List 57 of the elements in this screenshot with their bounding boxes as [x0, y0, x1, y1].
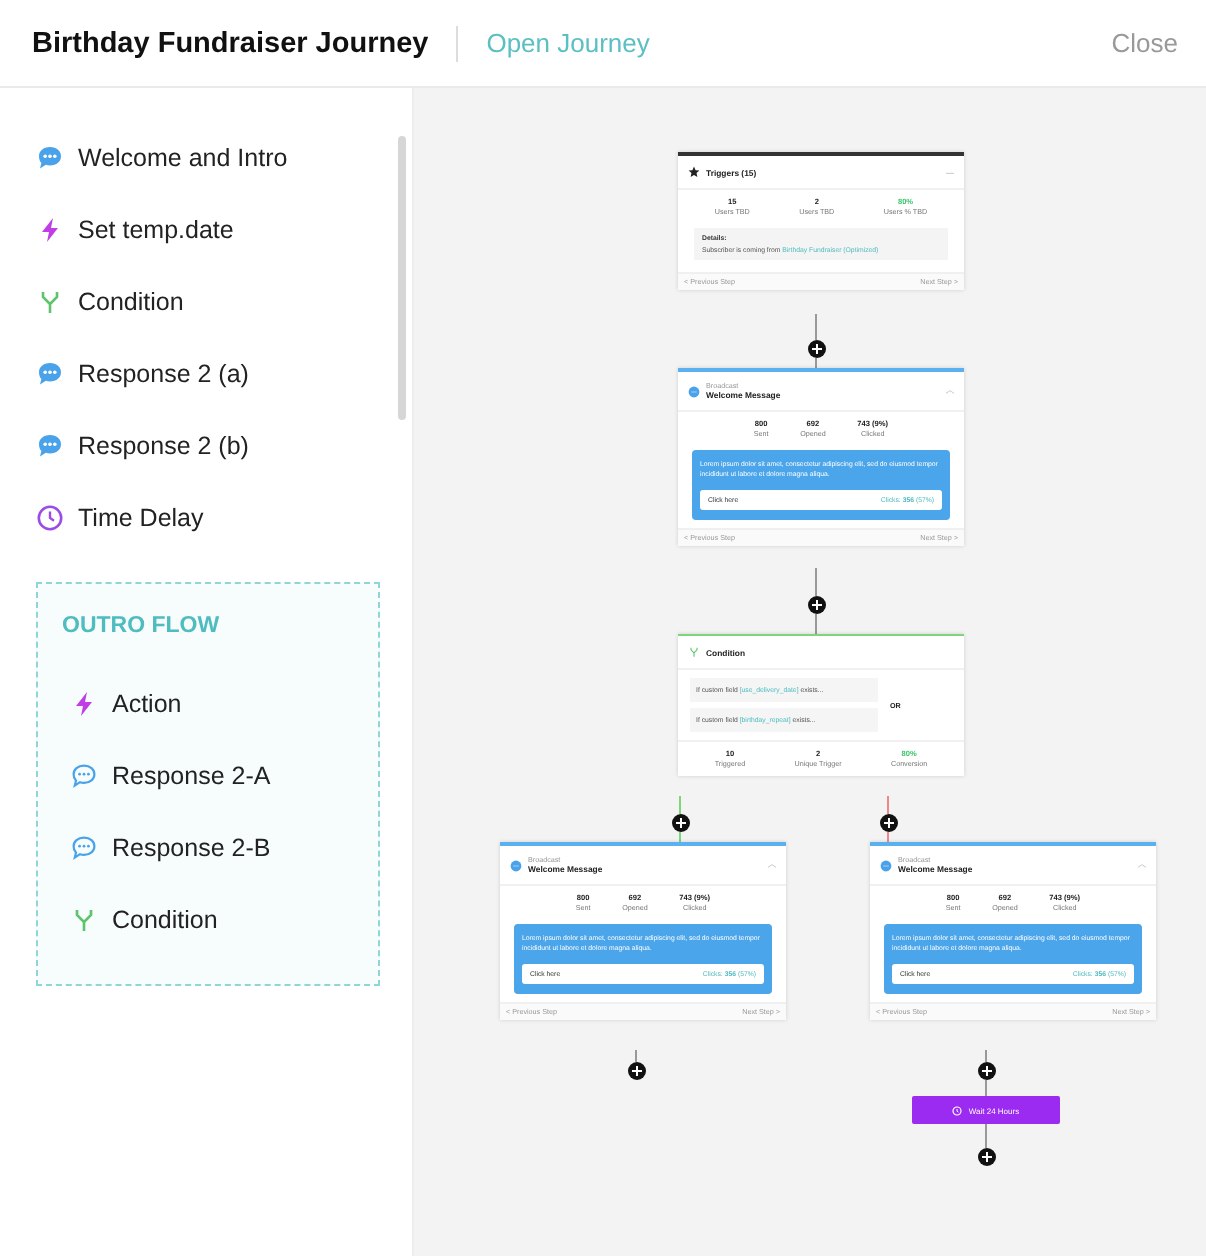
plus-icon [675, 817, 685, 827]
sidebar-item-label: Action [112, 690, 182, 718]
sidebar-item-label: Condition [78, 288, 184, 316]
sidebar-item[interactable]: Set temp.date [36, 194, 412, 266]
lightning-icon [70, 690, 98, 718]
plus-icon [811, 343, 821, 353]
add-step-button[interactable] [671, 813, 689, 831]
sidebar-item[interactable]: Response 2-A [62, 740, 378, 812]
sidebar-item-label: Set temp.date [78, 216, 234, 244]
scrollbar[interactable] [398, 136, 406, 420]
sidebar-item-label: Condition [112, 906, 218, 934]
lightning-icon [36, 216, 64, 244]
connector-line [635, 1049, 637, 1063]
connector-line [815, 313, 817, 341]
plus-icon [981, 1065, 991, 1075]
clock-icon [952, 1105, 963, 1115]
journey-title: Birthday Fundraiser Journey [32, 27, 429, 59]
add-step-button[interactable] [627, 1061, 645, 1079]
connector-line [679, 795, 681, 815]
star-icon [688, 166, 700, 178]
add-step-button[interactable] [977, 1147, 995, 1165]
connector-line [815, 613, 817, 635]
clock-icon [36, 504, 64, 532]
sidebar-item-label: Time Delay [78, 504, 204, 532]
add-step-button[interactable] [879, 813, 897, 831]
sidebar-item[interactable]: Response 2 (a) [36, 338, 412, 410]
sidebar-item[interactable]: Response 2-B [62, 812, 378, 884]
connector-line [985, 1123, 987, 1149]
sidebar-item-label: Welcome and Intro [78, 144, 288, 172]
sidebar-item[interactable]: Time Delay [36, 482, 412, 554]
sidebar-item[interactable]: Action [62, 668, 378, 740]
fork-icon [688, 646, 700, 658]
sidebar-item-label: Response 2-A [112, 762, 271, 790]
add-step-button[interactable] [977, 1061, 995, 1079]
connector-line [815, 357, 817, 369]
sidebar-item[interactable]: Welcome and Intro [36, 122, 412, 194]
sidebar-item[interactable]: Condition [62, 884, 378, 956]
connector-line [887, 795, 889, 815]
sidebar-item[interactable]: Response 2 (b) [36, 410, 412, 482]
add-step-button[interactable] [807, 339, 825, 357]
connector-line [679, 831, 681, 843]
add-step-button[interactable] [807, 595, 825, 613]
connector-line [887, 831, 889, 843]
outro-flow-title: OUTRO FLOW [62, 612, 220, 642]
sidebar-item-label: Response 2 (b) [78, 432, 249, 460]
plus-icon [883, 817, 893, 827]
sidebar-item-label: Response 2 (a) [78, 360, 249, 388]
fork-icon [36, 288, 64, 316]
sidebar-item-label: Response 2-B [112, 834, 271, 862]
sidebar-item[interactable]: Condition [36, 266, 412, 338]
fork-icon [70, 906, 98, 934]
plus-icon [631, 1065, 641, 1075]
connector-line [985, 1049, 987, 1063]
connector-line [985, 1079, 987, 1097]
connector-line [815, 567, 817, 597]
plus-icon [811, 599, 821, 609]
plus-icon [981, 1151, 991, 1161]
